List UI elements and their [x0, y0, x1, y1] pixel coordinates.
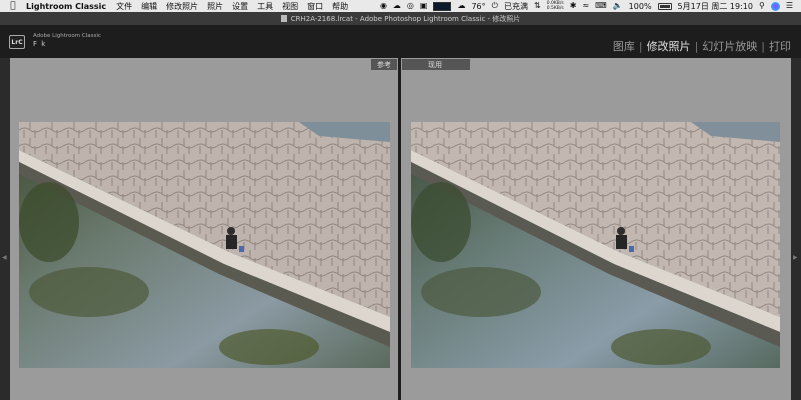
- module-separator: |: [694, 39, 699, 53]
- net-download: 0.5KB/s: [546, 6, 564, 11]
- menu-window[interactable]: 窗口: [307, 1, 323, 12]
- module-picker: 图库 | 修改照片 | 幻灯片放映 | 打印: [613, 38, 791, 54]
- photo-canvas: [19, 122, 390, 368]
- compare-view: ◀ ▶ 参考 现用: [0, 58, 801, 400]
- keyboard-icon[interactable]: ⌨: [595, 0, 607, 12]
- wechat-icon[interactable]: ◉: [380, 0, 387, 12]
- window-title: CRH2A-2168.lrcat - Adobe Photoshop Light…: [290, 14, 521, 23]
- expand-left-panel-icon[interactable]: ◀: [2, 254, 7, 261]
- module-library[interactable]: 图库: [613, 38, 635, 54]
- wifi-icon[interactable]: ≈: [582, 0, 589, 12]
- network-speed[interactable]: 0.0KB/s 0.5KB/s: [547, 1, 564, 11]
- cloud-icon[interactable]: ☁: [393, 0, 401, 12]
- menu-help[interactable]: 帮助: [332, 1, 348, 12]
- menu-view[interactable]: 视图: [282, 1, 298, 12]
- reference-label: 参考: [371, 59, 397, 70]
- app-menu[interactable]: Lightroom Classic: [26, 2, 106, 11]
- battery-percent[interactable]: 100%: [629, 2, 652, 11]
- active-photo[interactable]: [411, 122, 780, 368]
- bluetooth-icon[interactable]: ✱: [570, 0, 577, 12]
- right-panel-edge[interactable]: ▶: [791, 58, 801, 400]
- left-panel-edge[interactable]: ◀: [0, 58, 10, 400]
- temperature-reading[interactable]: 76°: [471, 2, 485, 11]
- module-print[interactable]: 打印: [769, 38, 791, 54]
- battery-icon[interactable]: [657, 2, 672, 10]
- disk-icon[interactable]: ◎: [407, 0, 414, 12]
- activity-graph[interactable]: [433, 1, 452, 11]
- lr-topbar: LrC Adobe Lightroom Classic F k 图库 | 修改照…: [0, 25, 801, 58]
- menu-tools[interactable]: 工具: [257, 1, 273, 12]
- siri-icon[interactable]: [770, 1, 780, 11]
- temperature-icon: ☁: [457, 1, 466, 10]
- menu-file[interactable]: 文件: [116, 1, 132, 12]
- volume-icon[interactable]: 🔈: [613, 0, 623, 12]
- control-center-icon[interactable]: ☰: [786, 0, 793, 12]
- screen:  Lightroom Classic 文件 编辑 修改照片 照片 设置 工具 …: [0, 0, 801, 400]
- charge-status[interactable]: 已充满: [504, 1, 528, 12]
- document-icon: [280, 15, 287, 22]
- window-titlebar: CRH2A-2168.lrcat - Adobe Photoshop Light…: [0, 12, 801, 31]
- compare-divider: [398, 58, 401, 400]
- expand-right-panel-icon[interactable]: ▶: [793, 254, 798, 261]
- menu-settings[interactable]: 设置: [232, 1, 248, 12]
- reference-photo[interactable]: [19, 122, 390, 368]
- menu-edit[interactable]: 编辑: [141, 1, 157, 12]
- apple-icon[interactable]: : [8, 1, 18, 11]
- arrows-icon: ⇅: [533, 1, 541, 10]
- product-name: Adobe Lightroom Classic: [33, 33, 101, 39]
- active-label: 现用: [402, 59, 470, 70]
- clock[interactable]: 5月17日 周二 19:10: [678, 1, 753, 12]
- lrc-logo: LrC: [9, 35, 25, 49]
- status-area: ◉ ☁ ◎ ▣ ☁ 76° ⏻ 已充满 ⇅ 0.0KB/s 0.5KB/s ✱ …: [380, 0, 801, 12]
- mac-menubar:  Lightroom Classic 文件 编辑 修改照片 照片 设置 工具 …: [0, 0, 801, 12]
- module-separator: |: [638, 39, 643, 53]
- photo-canvas: [411, 122, 780, 368]
- menu-photo[interactable]: 照片: [207, 1, 223, 12]
- identity-plate: F k: [33, 40, 47, 48]
- power-plug-icon: ⏻: [491, 1, 498, 10]
- module-develop[interactable]: 修改照片: [647, 38, 691, 54]
- menu-develop[interactable]: 修改照片: [166, 1, 198, 12]
- monitor-icon[interactable]: ▣: [420, 0, 428, 12]
- module-separator: |: [761, 39, 765, 53]
- spotlight-search-icon[interactable]: ⚲: [759, 0, 765, 12]
- module-slideshow[interactable]: 幻灯片放映: [702, 38, 757, 54]
